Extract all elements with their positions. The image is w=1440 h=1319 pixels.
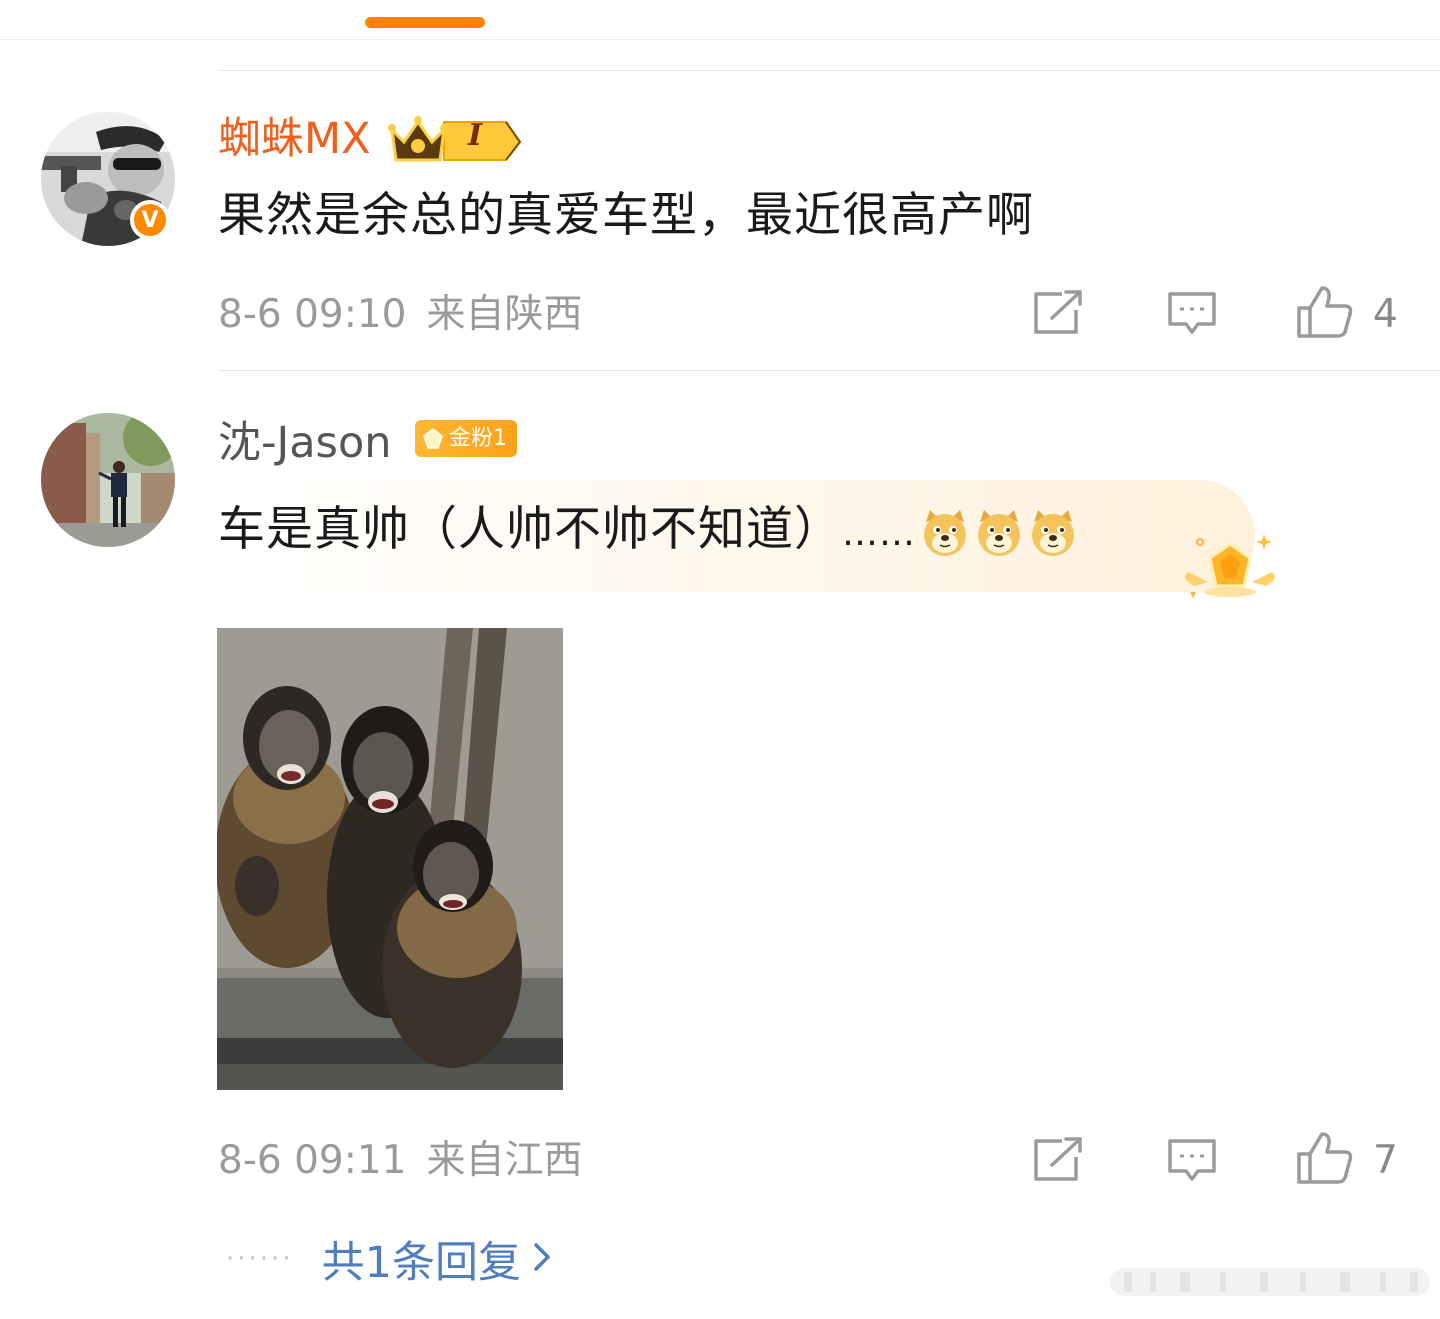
reply-summary: 共1条回复	[321, 1238, 521, 1288]
comment-time: 8-6 09:11	[218, 1138, 407, 1183]
gem-icon	[423, 427, 443, 449]
monkeys-photo	[217, 628, 563, 1090]
chevron-right-icon	[533, 1242, 551, 1276]
like-button[interactable]	[1296, 284, 1354, 344]
gold-gem-decoration-icon	[1180, 526, 1280, 606]
doge-emoji-icon	[974, 508, 1024, 558]
share-icon	[1034, 290, 1082, 334]
doge-emoji-group	[916, 502, 1078, 557]
avatar[interactable]	[41, 413, 175, 547]
share-button[interactable]	[1032, 1137, 1084, 1187]
divider	[218, 70, 1440, 71]
fan-badge: 金粉1	[415, 420, 517, 457]
username[interactable]: 蜘蛛MX	[218, 114, 371, 164]
header-divider	[0, 39, 1440, 40]
comment-button[interactable]	[1166, 290, 1218, 342]
like-icon	[1297, 1132, 1353, 1184]
comment-image[interactable]	[217, 628, 563, 1090]
comment-meta: 8-6 09:11 来自江西	[218, 1138, 583, 1184]
comment-text: 车是真帅（人帅不帅不知道）……	[218, 500, 1078, 564]
watermark-decoration	[1110, 1262, 1430, 1302]
comment-text-main: 车是真帅（人帅不帅不知道）	[218, 502, 842, 557]
like-count: 7	[1373, 1138, 1398, 1183]
comment-location: 来自江西	[426, 1138, 583, 1183]
like-icon	[1297, 286, 1353, 338]
like-button[interactable]	[1296, 1130, 1354, 1190]
comment-icon	[1168, 292, 1216, 334]
like-count: 4	[1373, 292, 1398, 337]
share-icon	[1034, 1137, 1082, 1181]
comment-ellipsis: ……	[842, 513, 916, 554]
reply-dots: ······	[226, 1244, 294, 1274]
verified-badge-icon: V	[130, 200, 170, 240]
active-tab-indicator	[365, 17, 485, 28]
share-button[interactable]	[1032, 290, 1084, 340]
view-replies-link[interactable]: ······ 共1条回复	[226, 1228, 551, 1290]
comment-text: 果然是余总的真爱车型，最近很高产啊	[218, 188, 1034, 243]
fan-badge-label: 金粉1	[449, 426, 507, 451]
doge-emoji-icon	[920, 508, 970, 558]
comment-meta: 8-6 09:10 来自陕西	[218, 292, 583, 338]
comment-button[interactable]	[1166, 1137, 1218, 1189]
comment-location: 来自陕西	[426, 292, 583, 337]
username[interactable]: 沈-Jason	[218, 418, 392, 468]
level-number: I	[468, 118, 483, 153]
doge-emoji-icon	[1028, 508, 1078, 558]
avatar-image	[41, 413, 175, 547]
vip-level-badge	[388, 110, 528, 170]
divider	[218, 370, 1440, 371]
comment-icon	[1168, 1139, 1216, 1181]
comment-time: 8-6 09:10	[218, 292, 407, 337]
